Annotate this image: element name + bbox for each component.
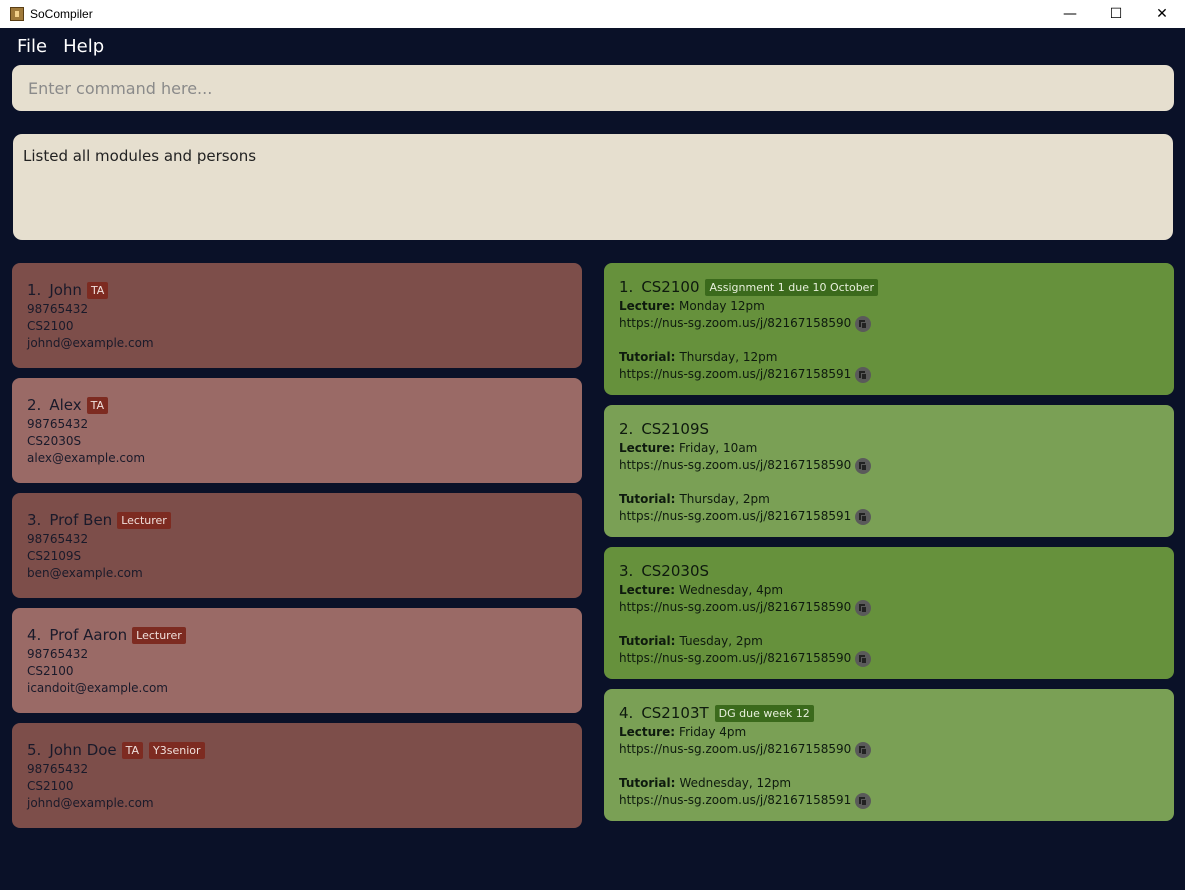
module-card[interactable]: 3. CS2030S Lecture: Wednesday, 4pm https:… bbox=[604, 547, 1174, 679]
module-list: 1. CS2100 Assignment 1 due 10 October Le… bbox=[604, 263, 1174, 831]
person-phone: 98765432 bbox=[27, 647, 89, 661]
lecture-label: Lecture: bbox=[619, 583, 676, 597]
lecture-time: Monday 12pm bbox=[679, 299, 765, 313]
module-index: 1. bbox=[619, 278, 634, 296]
person-card[interactable]: 2. Alex TA 98765432 CS2030S alex@example… bbox=[12, 378, 582, 483]
module-code: CS2103T bbox=[641, 704, 709, 722]
tutorial-link[interactable]: https://nus-sg.zoom.us/j/82167158591 bbox=[619, 792, 851, 809]
tutorial-time: Wednesday, 12pm bbox=[679, 776, 792, 790]
menu-help[interactable]: Help bbox=[63, 36, 104, 57]
person-email: alex@example.com bbox=[27, 451, 146, 465]
person-card[interactable]: 1. John TA 98765432 CS2100 johnd@example… bbox=[12, 263, 582, 368]
person-email: johnd@example.com bbox=[27, 796, 154, 810]
person-phone: 98765432 bbox=[27, 302, 89, 316]
module-tag: DG due week 12 bbox=[714, 704, 814, 722]
lecture-link[interactable]: https://nus-sg.zoom.us/j/82167158590 bbox=[619, 741, 851, 758]
person-module: CS2100 bbox=[27, 779, 74, 793]
module-index: 3. bbox=[619, 562, 634, 580]
tutorial-label: Tutorial: bbox=[619, 634, 676, 648]
lecture-time: Friday 4pm bbox=[679, 725, 747, 739]
module-index: 4. bbox=[619, 704, 634, 722]
result-text: Listed all modules and persons bbox=[23, 147, 257, 165]
person-email: icandoit@example.com bbox=[27, 681, 168, 695]
copy-icon[interactable] bbox=[855, 508, 872, 525]
module-card[interactable]: 2. CS2109S Lecture: Friday, 10am https://… bbox=[604, 405, 1174, 537]
maximize-button[interactable]: ☐ bbox=[1093, 0, 1139, 28]
module-index: 2. bbox=[619, 420, 634, 438]
person-email: ben@example.com bbox=[27, 566, 143, 580]
menu-bar: File Help bbox=[0, 28, 1185, 64]
lecture-label: Lecture: bbox=[619, 441, 676, 455]
person-email: johnd@example.com bbox=[27, 336, 154, 350]
command-input[interactable] bbox=[28, 78, 1174, 98]
copy-icon[interactable] bbox=[855, 741, 872, 758]
person-module: CS2109S bbox=[27, 549, 82, 563]
copy-icon[interactable] bbox=[855, 457, 872, 474]
copy-icon[interactable] bbox=[855, 650, 872, 667]
person-phone: 98765432 bbox=[27, 417, 89, 431]
person-name: Prof Aaron bbox=[49, 626, 128, 644]
person-index: 1. bbox=[27, 281, 42, 299]
menu-file[interactable]: File bbox=[17, 36, 47, 57]
person-index: 5. bbox=[27, 741, 42, 759]
tutorial-time: Thursday, 12pm bbox=[679, 350, 778, 364]
person-tag: Y3senior bbox=[149, 741, 205, 759]
tutorial-time: Thursday, 2pm bbox=[679, 492, 770, 506]
tutorial-label: Tutorial: bbox=[619, 776, 676, 790]
person-phone: 98765432 bbox=[27, 762, 89, 776]
lecture-link[interactable]: https://nus-sg.zoom.us/j/82167158590 bbox=[619, 315, 851, 332]
person-name: John bbox=[49, 281, 82, 299]
person-name: Prof Ben bbox=[49, 511, 113, 529]
tutorial-time: Tuesday, 2pm bbox=[679, 634, 763, 648]
person-card[interactable]: 5. John Doe TA Y3senior 98765432 CS2100 … bbox=[12, 723, 582, 828]
module-code: CS2030S bbox=[641, 562, 710, 580]
tutorial-link[interactable]: https://nus-sg.zoom.us/j/82167158591 bbox=[619, 366, 851, 383]
person-phone: 98765432 bbox=[27, 532, 89, 546]
close-button[interactable]: ✕ bbox=[1139, 0, 1185, 28]
app-icon bbox=[10, 7, 24, 21]
module-card[interactable]: 4. CS2103T DG due week 12 Lecture: Friday… bbox=[604, 689, 1174, 821]
title-bar: SoCompiler — ☐ ✕ bbox=[0, 0, 1185, 28]
person-tag: TA bbox=[86, 281, 109, 299]
module-card[interactable]: 1. CS2100 Assignment 1 due 10 October Le… bbox=[604, 263, 1174, 395]
module-tag: Assignment 1 due 10 October bbox=[705, 278, 878, 296]
tutorial-link[interactable]: https://nus-sg.zoom.us/j/82167158591 bbox=[619, 508, 851, 525]
lecture-link[interactable]: https://nus-sg.zoom.us/j/82167158590 bbox=[619, 457, 851, 474]
copy-icon[interactable] bbox=[855, 315, 872, 332]
window-controls: — ☐ ✕ bbox=[1047, 0, 1185, 28]
person-tag: TA bbox=[86, 396, 108, 414]
person-name: Alex bbox=[49, 396, 82, 414]
person-tag: TA bbox=[121, 741, 144, 759]
person-name: John Doe bbox=[49, 741, 117, 759]
person-module: CS2100 bbox=[27, 319, 74, 333]
lecture-link[interactable]: https://nus-sg.zoom.us/j/82167158590 bbox=[619, 599, 851, 616]
module-code: CS2109S bbox=[641, 420, 710, 438]
person-index: 2. bbox=[27, 396, 42, 414]
person-tag: Lecturer bbox=[117, 511, 171, 529]
module-code: CS2100 bbox=[641, 278, 700, 296]
lecture-time: Wednesday, 4pm bbox=[679, 583, 784, 597]
person-index: 4. bbox=[27, 626, 42, 644]
person-module: CS2030S bbox=[27, 434, 82, 448]
tutorial-label: Tutorial: bbox=[619, 492, 676, 506]
window-title: SoCompiler bbox=[30, 7, 93, 21]
lecture-label: Lecture: bbox=[619, 299, 676, 313]
copy-icon[interactable] bbox=[855, 366, 872, 383]
result-display: Listed all modules and persons bbox=[13, 134, 1173, 240]
person-tag: Lecturer bbox=[132, 626, 186, 644]
lecture-label: Lecture: bbox=[619, 725, 676, 739]
tutorial-label: Tutorial: bbox=[619, 350, 676, 364]
copy-icon[interactable] bbox=[855, 599, 872, 616]
person-list: 1. John TA 98765432 CS2100 johnd@example… bbox=[12, 263, 582, 838]
command-box bbox=[12, 65, 1174, 111]
copy-icon[interactable] bbox=[855, 792, 872, 809]
person-card[interactable]: 4. Prof Aaron Lecturer 98765432 CS2100 i… bbox=[12, 608, 582, 713]
minimize-button[interactable]: — bbox=[1047, 0, 1093, 28]
tutorial-link[interactable]: https://nus-sg.zoom.us/j/82167158590 bbox=[619, 650, 851, 667]
person-index: 3. bbox=[27, 511, 42, 529]
person-module: CS2100 bbox=[27, 664, 74, 678]
person-card[interactable]: 3. Prof Ben Lecturer 98765432 CS2109S be… bbox=[12, 493, 582, 598]
lecture-time: Friday, 10am bbox=[679, 441, 758, 455]
